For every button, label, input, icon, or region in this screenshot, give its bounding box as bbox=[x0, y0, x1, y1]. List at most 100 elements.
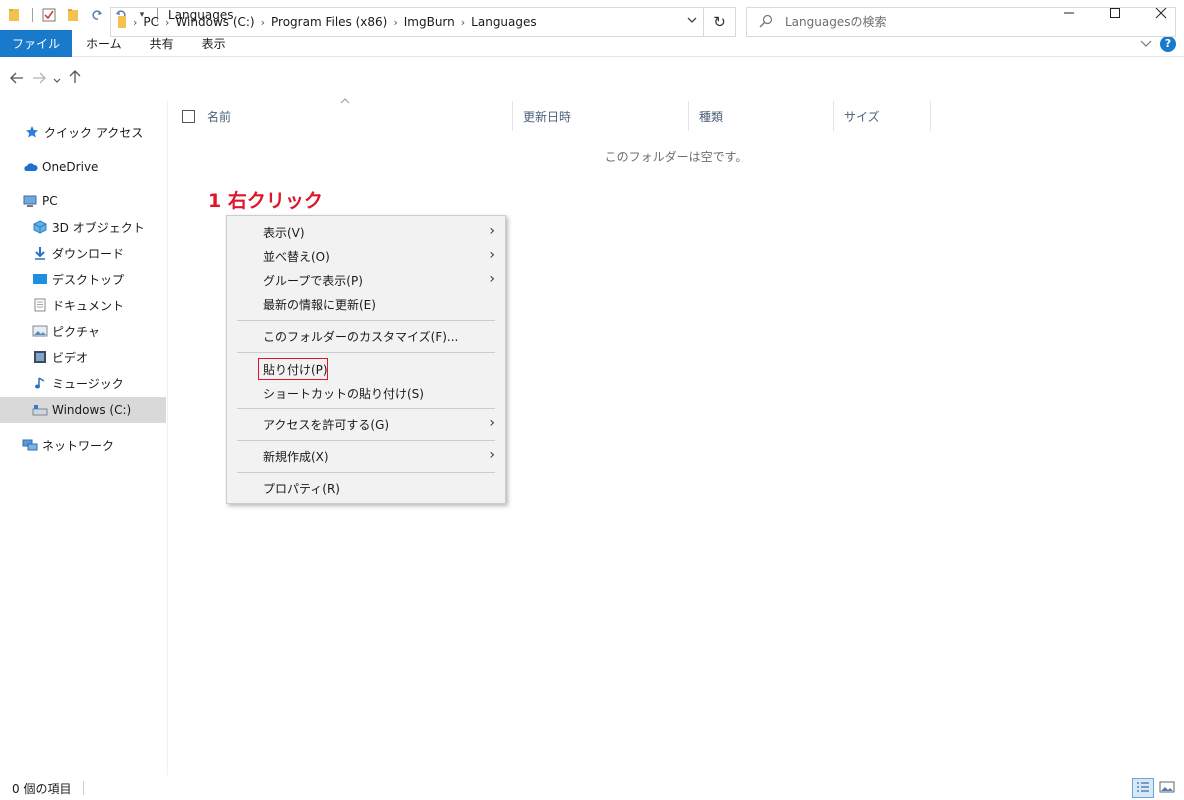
sidebar-item-desktop[interactable]: デスクトップ bbox=[0, 266, 166, 292]
menu-item-group-by[interactable]: グループで表示(P) › bbox=[227, 268, 505, 292]
star-icon bbox=[24, 124, 40, 140]
sidebar-item-3d-objects[interactable]: 3D オブジェクト bbox=[0, 214, 166, 240]
menu-item-label: アクセスを許可する(G) bbox=[263, 417, 390, 432]
properties-icon[interactable] bbox=[41, 7, 57, 23]
sidebar-item-downloads[interactable]: ダウンロード bbox=[0, 240, 166, 266]
status-bar: 0 個の項目 bbox=[0, 776, 1184, 800]
sidebar-item-label: ネットワーク bbox=[42, 438, 115, 453]
sidebar-item-label: ピクチャ bbox=[52, 324, 100, 339]
address-bar[interactable]: › PC › Windows (C:) › Program Files (x86… bbox=[110, 7, 704, 37]
column-header-type[interactable]: 種類 bbox=[689, 101, 834, 131]
expand-ribbon-icon[interactable] bbox=[1140, 37, 1152, 51]
breadcrumb-separator-icon: › bbox=[133, 15, 138, 29]
submenu-arrow-icon: › bbox=[489, 271, 495, 287]
status-divider bbox=[83, 781, 85, 795]
up-button[interactable] bbox=[64, 64, 86, 94]
breadcrumb-separator-icon: › bbox=[460, 15, 466, 29]
music-icon bbox=[32, 375, 48, 391]
refresh-button[interactable]: ↻ bbox=[704, 7, 736, 37]
column-header-name[interactable]: 名前 bbox=[207, 101, 513, 131]
up-arrow-icon bbox=[69, 70, 81, 88]
menu-item-give-access[interactable]: アクセスを許可する(G) › bbox=[227, 412, 505, 436]
search-box[interactable] bbox=[746, 7, 1176, 37]
submenu-arrow-icon: › bbox=[489, 247, 495, 263]
submenu-arrow-icon: › bbox=[489, 223, 495, 239]
computer-icon bbox=[22, 193, 38, 209]
menu-item-paste[interactable]: 貼り付け(P) bbox=[227, 357, 505, 381]
details-view-button[interactable] bbox=[1132, 778, 1154, 798]
sidebar-item-onedrive[interactable]: OneDrive bbox=[0, 154, 166, 180]
sidebar-item-label: OneDrive bbox=[42, 160, 99, 174]
video-icon bbox=[32, 349, 48, 365]
menu-item-label: プロパティ(R) bbox=[263, 481, 340, 496]
tab-file[interactable]: ファイル bbox=[0, 29, 73, 57]
navigation-bar bbox=[0, 57, 1184, 101]
menu-separator bbox=[237, 440, 495, 441]
submenu-arrow-icon: › bbox=[489, 415, 495, 431]
view-switcher bbox=[1132, 778, 1178, 798]
menu-item-view[interactable]: 表示(V) › bbox=[227, 220, 505, 244]
sidebar-item-label: PC bbox=[42, 194, 58, 208]
search-input[interactable] bbox=[785, 15, 1145, 29]
breadcrumb-imgburn[interactable]: ImgBurn bbox=[404, 15, 455, 29]
menu-item-label: 最新の情報に更新(E) bbox=[263, 297, 376, 312]
navigation-pane: クイック アクセス OneDrive PC 3D オブジェクト ダウンロード デ… bbox=[0, 101, 168, 775]
menu-item-sort-by[interactable]: 並べ替え(O) › bbox=[227, 244, 505, 268]
column-header-modified[interactable]: 更新日時 bbox=[513, 101, 689, 131]
redo-icon[interactable] bbox=[89, 7, 105, 23]
sidebar-item-network[interactable]: ネットワーク bbox=[0, 432, 166, 458]
submenu-arrow-icon: › bbox=[489, 447, 495, 463]
menu-item-customize-folder[interactable]: このフォルダーのカスタマイズ(F)... bbox=[227, 324, 505, 348]
refresh-icon: ↻ bbox=[713, 13, 726, 31]
sidebar-item-quick-access[interactable]: クイック アクセス bbox=[0, 119, 166, 145]
chevron-down-icon bbox=[53, 70, 61, 88]
menu-item-label: ショートカットの貼り付け(S) bbox=[263, 386, 424, 401]
address-dropdown-icon[interactable] bbox=[687, 14, 697, 27]
menu-separator bbox=[237, 408, 495, 409]
sidebar-item-label: ミュージック bbox=[52, 376, 124, 391]
details-view-icon bbox=[1136, 781, 1150, 796]
document-icon bbox=[32, 297, 48, 313]
sidebar-item-pc[interactable]: PC bbox=[0, 188, 166, 214]
column-header-size[interactable]: サイズ bbox=[834, 101, 931, 131]
menu-item-label: グループで表示(P) bbox=[263, 273, 363, 288]
breadcrumb-windows-c[interactable]: Windows (C:) bbox=[175, 15, 254, 29]
folder-icon bbox=[6, 7, 22, 23]
forward-button[interactable] bbox=[28, 64, 50, 94]
menu-item-label: 新規作成(X) bbox=[263, 449, 329, 464]
breadcrumb-program-files[interactable]: Program Files (x86) bbox=[271, 15, 387, 29]
select-all-checkbox[interactable] bbox=[182, 109, 195, 123]
back-arrow-icon bbox=[10, 70, 24, 88]
large-icons-view-icon bbox=[1159, 781, 1175, 796]
annotation-step-1: 1 右クリック bbox=[208, 190, 323, 212]
help-icon[interactable]: ? bbox=[1160, 35, 1176, 52]
menu-item-refresh[interactable]: 最新の情報に更新(E) bbox=[227, 292, 505, 316]
folder-icon bbox=[117, 15, 127, 29]
sidebar-item-label: ビデオ bbox=[52, 350, 89, 365]
breadcrumb-separator-icon: › bbox=[393, 15, 398, 29]
sidebar-item-label: ドキュメント bbox=[52, 298, 125, 313]
item-count: 0 個の項目 bbox=[12, 781, 72, 796]
menu-item-label: 貼り付け(P) bbox=[263, 362, 328, 377]
menu-item-paste-shortcut[interactable]: ショートカットの貼り付け(S) bbox=[227, 381, 505, 405]
menu-item-new[interactable]: 新規作成(X) › bbox=[227, 444, 505, 468]
sidebar-item-pictures[interactable]: ピクチャ bbox=[0, 318, 166, 344]
breadcrumb-languages[interactable]: Languages bbox=[471, 15, 536, 29]
new-folder-icon[interactable] bbox=[65, 7, 81, 23]
breadcrumb-separator-icon: › bbox=[165, 15, 170, 29]
sidebar-item-windows-c[interactable]: Windows (C:) bbox=[0, 397, 166, 423]
breadcrumb-pc[interactable]: PC bbox=[143, 15, 159, 29]
download-icon bbox=[32, 245, 48, 261]
sidebar-item-documents[interactable]: ドキュメント bbox=[0, 292, 166, 318]
back-button[interactable] bbox=[6, 64, 28, 94]
menu-item-label: 表示(V) bbox=[263, 225, 305, 240]
cloud-icon bbox=[22, 159, 38, 175]
large-icons-view-button[interactable] bbox=[1156, 778, 1178, 798]
context-menu: 表示(V) › 並べ替え(O) › グループで表示(P) › 最新の情報に更新(… bbox=[226, 215, 506, 504]
menu-separator bbox=[237, 352, 495, 353]
sidebar-item-videos[interactable]: ビデオ bbox=[0, 344, 166, 370]
sidebar-item-label: ダウンロード bbox=[52, 246, 125, 261]
menu-item-properties[interactable]: プロパティ(R) bbox=[227, 476, 505, 500]
sidebar-item-music[interactable]: ミュージック bbox=[0, 370, 166, 396]
recent-locations-button[interactable] bbox=[50, 64, 64, 94]
